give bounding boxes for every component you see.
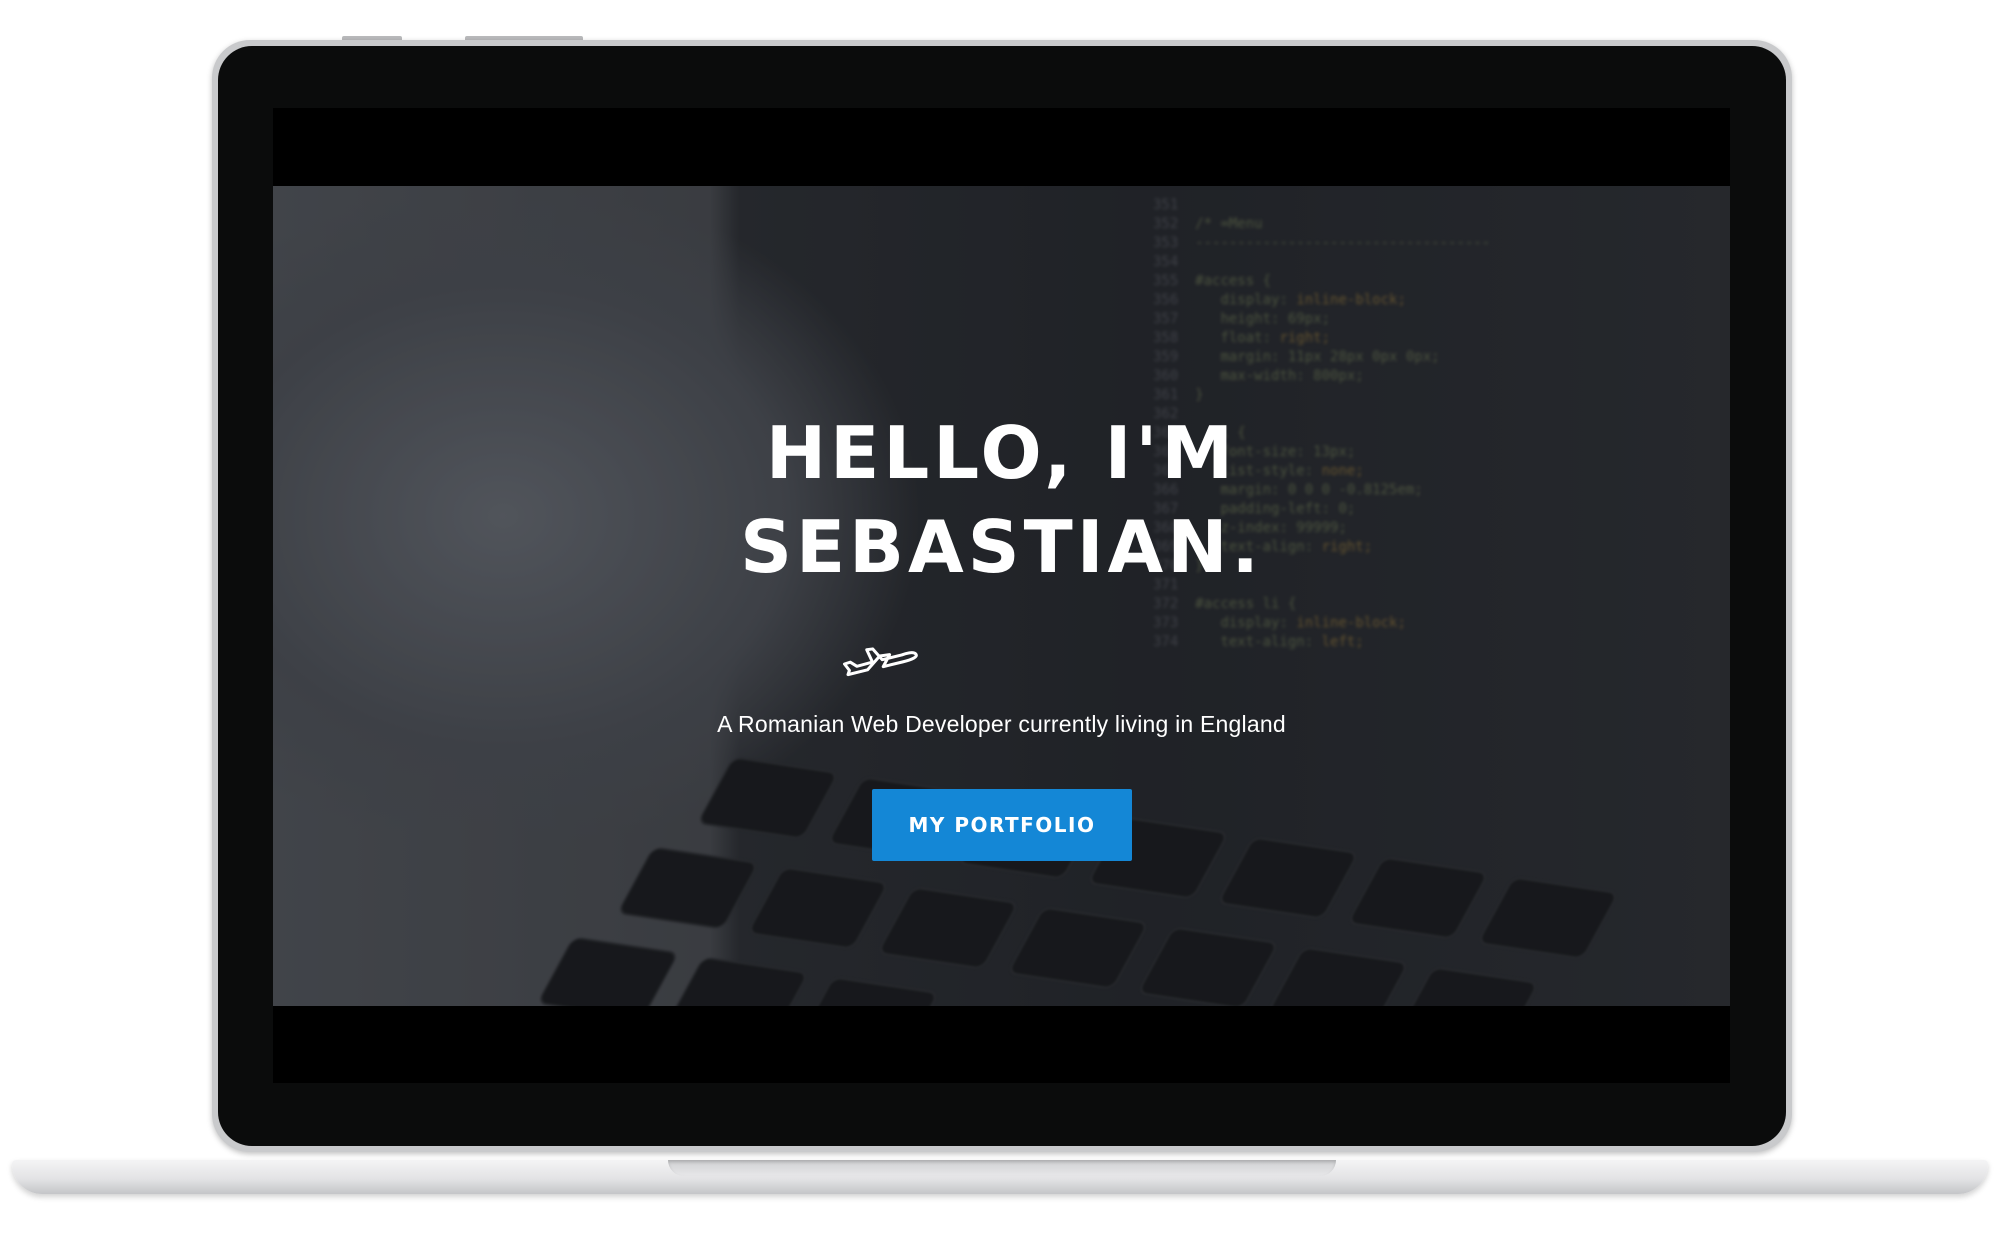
hero-heading: HELLO, I'M SEBASTIAN.: [273, 406, 1730, 594]
airplane-icon: [842, 647, 918, 677]
hero-heading-line-1: HELLO, I'M: [765, 411, 1238, 495]
laptop-screen: 351 352 /* =Menu 353 -------------------…: [273, 108, 1730, 1083]
my-portfolio-button[interactable]: MY PORTFOLIO: [872, 789, 1132, 861]
laptop-base-notch: [668, 1160, 1336, 1176]
laptop-mockup: 351 352 /* =Menu 353 -------------------…: [0, 0, 2000, 1235]
hero-content: HELLO, I'M SEBASTIAN. A Romanian Web Dev…: [273, 186, 1730, 1006]
hero-section: 351 352 /* =Menu 353 -------------------…: [273, 186, 1730, 1006]
hero-subtitle: A Romanian Web Developer currently livin…: [717, 711, 1286, 737]
hero-heading-line-2: SEBASTIAN.: [740, 505, 1263, 589]
